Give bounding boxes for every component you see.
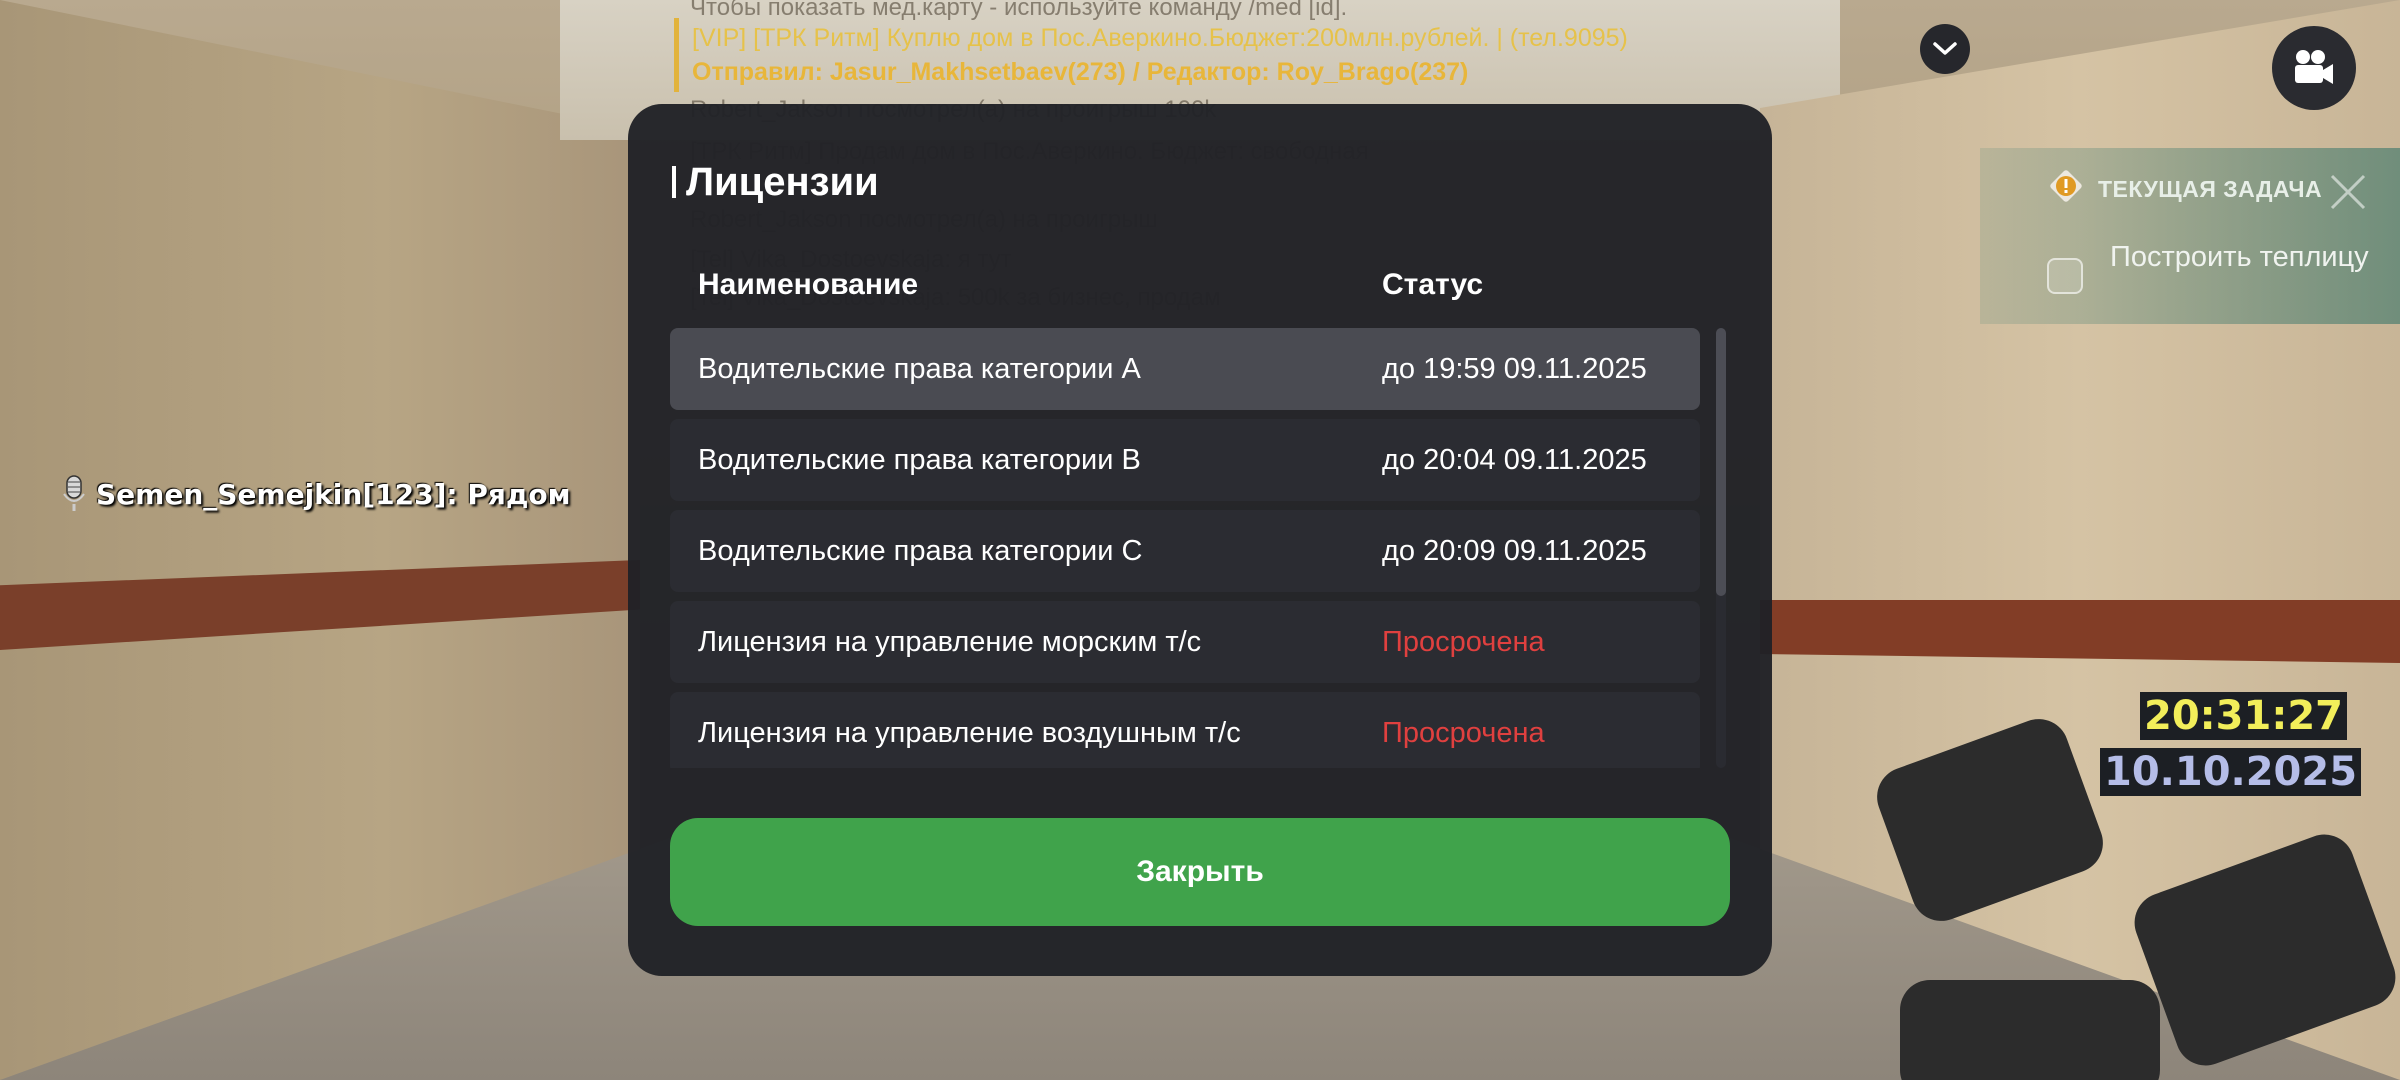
game-clock-time: 20:31:27 (2140, 692, 2347, 740)
player-voice-text: Semen_Semejkin[123]: Рядом (96, 477, 571, 511)
task-checkbox[interactable] (2047, 258, 2083, 294)
close-icon[interactable] (2326, 170, 2370, 214)
license-name: Лицензия на управление воздушным т/с (698, 717, 1241, 749)
camera-button[interactable] (2272, 26, 2356, 110)
license-row[interactable]: Лицензия на управление морским т/с Проср… (670, 601, 1700, 683)
license-row[interactable]: Лицензия на управление воздушным т/с Про… (670, 692, 1700, 768)
column-header-name: Наименование (698, 268, 919, 301)
task-item-label: Построить теплицу (2110, 241, 2369, 273)
chat-collapse-button[interactable] (1920, 24, 1970, 74)
license-status: до 20:04 09.11.2025 (1382, 444, 1647, 476)
column-header-status: Статус (1382, 268, 1484, 301)
warning-icon (2046, 166, 2086, 206)
video-camera-icon (2295, 50, 2333, 84)
licenses-modal: Лицензии Наименование Статус Водительски… (628, 104, 1772, 976)
license-status: до 19:59 09.11.2025 (1382, 353, 1647, 385)
license-status: до 20:09 09.11.2025 (1382, 535, 1647, 567)
chair (1900, 980, 2160, 1080)
current-task-title: ТЕКУЩАЯ ЗАДАЧА (2098, 176, 2323, 202)
modal-title: Лицензии (672, 160, 879, 205)
license-status-expired: Просрочена (1382, 626, 1545, 658)
title-marker (672, 166, 676, 198)
game-viewport: Чтобы показать мед.карту - используйте к… (0, 0, 2400, 1080)
license-name: Водительские права категории A (698, 353, 1141, 385)
scrollbar-thumb[interactable] (1716, 328, 1726, 596)
license-status-expired: Просрочена (1382, 717, 1545, 749)
microphone-icon (63, 475, 85, 511)
license-row[interactable]: Водительские права категории A до 19:59 … (670, 328, 1700, 410)
chat-message-vip: [VIP] [ТРК Ритм] Куплю дом в Пос.Аверкин… (692, 24, 1628, 52)
modal-title-text: Лицензии (686, 160, 879, 204)
license-row[interactable]: Водительские права категории C до 20:09 … (670, 510, 1700, 592)
game-clock-date: 10.10.2025 (2100, 748, 2362, 796)
license-name: Лицензия на управление морским т/с (698, 626, 1202, 658)
chat-message-sender: Отправил: Jasur_Makhsetbaev(273) / Редак… (692, 58, 1469, 86)
license-name: Водительские права категории C (698, 535, 1143, 567)
chevron-down-icon (1933, 42, 1957, 55)
close-button[interactable]: Закрыть (670, 818, 1730, 926)
player-voice-label: Semen_Semejkin[123]: Рядом (62, 474, 571, 514)
chat-message-faded: Чтобы показать мед.карту - используйте к… (690, 0, 1348, 21)
license-name: Водительские права категории B (698, 444, 1141, 476)
license-list-scrollbar[interactable] (1716, 328, 1726, 768)
license-list[interactable]: Водительские права категории A до 19:59 … (670, 328, 1700, 768)
chat-accent-bar (674, 18, 679, 92)
license-row[interactable]: Водительские права категории B до 20:04 … (670, 419, 1700, 501)
